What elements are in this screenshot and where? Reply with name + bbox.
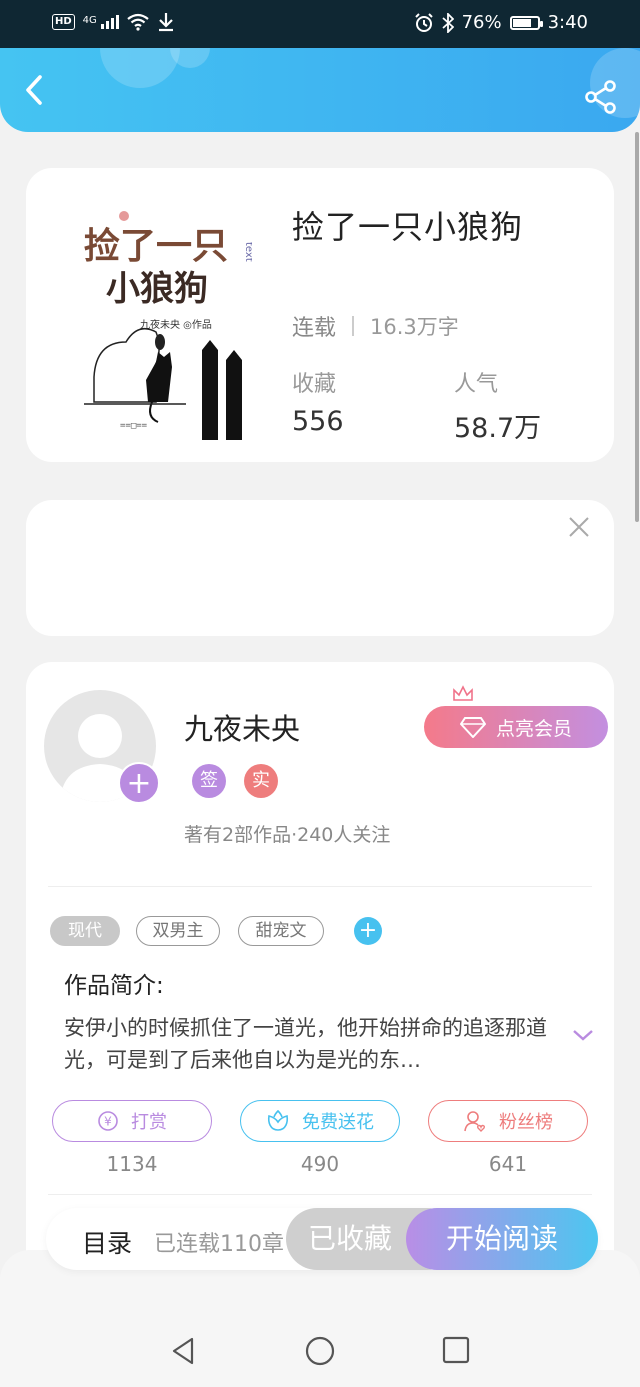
status-left: HD 4G: [52, 12, 175, 32]
chapter-count[interactable]: 已连载110章: [154, 1226, 284, 1258]
serial-status: 连载: [292, 316, 337, 341]
tag-chip[interactable]: 甜宠文: [238, 916, 324, 946]
word-count: 16.3万字: [370, 315, 459, 339]
decor-bubble: [100, 48, 180, 88]
diamond-icon: [459, 717, 486, 738]
bluetooth-icon: [441, 12, 454, 33]
start-reading-button[interactable]: 开始阅读: [406, 1208, 598, 1270]
author-card: + 九夜未央 签 实 著有2部作品·240人关注 点亮会员 现代 双男主 甜宠文…: [26, 662, 614, 1302]
send-flower-button[interactable]: 免费送花: [240, 1100, 400, 1142]
tip-count: 1134: [106, 1152, 158, 1176]
chevron-down-icon[interactable]: [572, 1028, 594, 1042]
book-cover[interactable]: 捡了一只 小狼狗 九夜未央 ◎作品 text ==□==: [76, 202, 254, 440]
cover-cat-tail: [149, 401, 159, 423]
close-icon[interactable]: [568, 516, 590, 538]
cover-pillar-right: [226, 350, 242, 440]
ad-card: [26, 500, 614, 636]
cover-doodle: ==□==: [120, 421, 148, 431]
fans-count: 641: [488, 1152, 528, 1176]
fans-rank-label: 粉丝榜: [499, 1112, 553, 1133]
popularity-count: 58.7万: [454, 413, 542, 444]
battery-icon: [509, 15, 543, 30]
cover-pillar-left: [202, 340, 218, 440]
book-info-card: 捡了一只 小狼狗 九夜未央 ◎作品 text ==□== 捡了一只小狼狗 连载 …: [26, 168, 614, 462]
divider: [48, 886, 592, 887]
cover-illustration: 捡了一只 小狼狗 九夜未央 ◎作品 text ==□==: [84, 211, 254, 440]
vip-button-label: 点亮会员: [495, 717, 572, 740]
favorites-label: 收藏: [292, 372, 337, 397]
author-name[interactable]: 九夜未央: [184, 706, 300, 748]
verified-badge: 实: [244, 764, 278, 798]
tip-label: 打赏: [131, 1112, 167, 1133]
tag-chip[interactable]: 双男主: [136, 916, 220, 946]
author-meta: 著有2部作品·240人关注: [184, 824, 391, 846]
book-status-row: 连载 16.3万字: [292, 310, 459, 342]
tag-chip[interactable]: 现代: [50, 916, 120, 946]
yuan-icon: ¥: [98, 1111, 118, 1131]
fans-icon: [464, 1111, 486, 1132]
scrollbar[interactable]: [635, 132, 639, 522]
cover-dog-ear: [155, 334, 165, 350]
network-type: 4G: [82, 15, 97, 26]
cover-title-line1: 捡了一只: [84, 226, 228, 267]
recents-square-icon[interactable]: [442, 1336, 470, 1364]
tip-button[interactable]: ¥ 打赏: [52, 1100, 212, 1142]
chevron-left-icon[interactable]: [20, 72, 50, 108]
send-flower-label: 免费送花: [302, 1112, 374, 1133]
popularity-label: 人气: [454, 372, 499, 397]
status-bar: HD 4G 76% 3:40: [0, 0, 640, 48]
favorited-label: 已收藏: [307, 1222, 392, 1255]
bottom-action-bar: 目录 已连载110章 已收藏 开始阅读: [46, 1208, 598, 1270]
crown-icon: [453, 685, 473, 701]
fans-rank-button[interactable]: 粉丝榜: [428, 1100, 588, 1142]
divider: [352, 316, 355, 336]
cover-cat: [146, 352, 172, 402]
home-circle-icon[interactable]: [305, 1336, 335, 1366]
signal-icon: 4G: [83, 15, 119, 29]
follow-author-button[interactable]: +: [118, 762, 160, 804]
intro-title: 作品简介:: [64, 973, 164, 999]
hd-icon: HD: [52, 14, 75, 30]
flower-icon: [267, 1110, 289, 1131]
cover-title-line2: 小狼狗: [106, 269, 208, 309]
signed-badge: 签: [192, 764, 226, 798]
status-right: 76% 3:40: [414, 12, 588, 33]
wifi-icon: [127, 13, 149, 31]
vip-button[interactable]: 点亮会员: [424, 706, 608, 748]
intro-text[interactable]: 安伊小的时候抓住了一道光，他开始拼命的追逐那道光，可是到了后来他自以为是光的东…: [64, 1012, 554, 1076]
book-title: 捡了一只小狼狗: [292, 208, 524, 246]
back-triangle-icon[interactable]: [170, 1336, 196, 1366]
download-icon: [158, 13, 173, 32]
favorites-count: 556: [292, 406, 344, 437]
divider: [48, 1194, 592, 1195]
cover-side-text: text: [243, 242, 252, 262]
battery-percent: 76%: [461, 12, 502, 33]
cover-flower: [119, 211, 129, 221]
toc-button[interactable]: 目录: [82, 1224, 132, 1260]
alarm-icon: [414, 12, 433, 32]
flower-count: 490: [300, 1152, 340, 1176]
system-nav-bar: [0, 1310, 640, 1387]
add-tag-button[interactable]: +: [354, 917, 382, 945]
svg-text:¥: ¥: [104, 1115, 112, 1129]
clock: 3:40: [547, 12, 588, 33]
share-icon[interactable]: [584, 80, 618, 114]
top-header: [0, 48, 640, 132]
